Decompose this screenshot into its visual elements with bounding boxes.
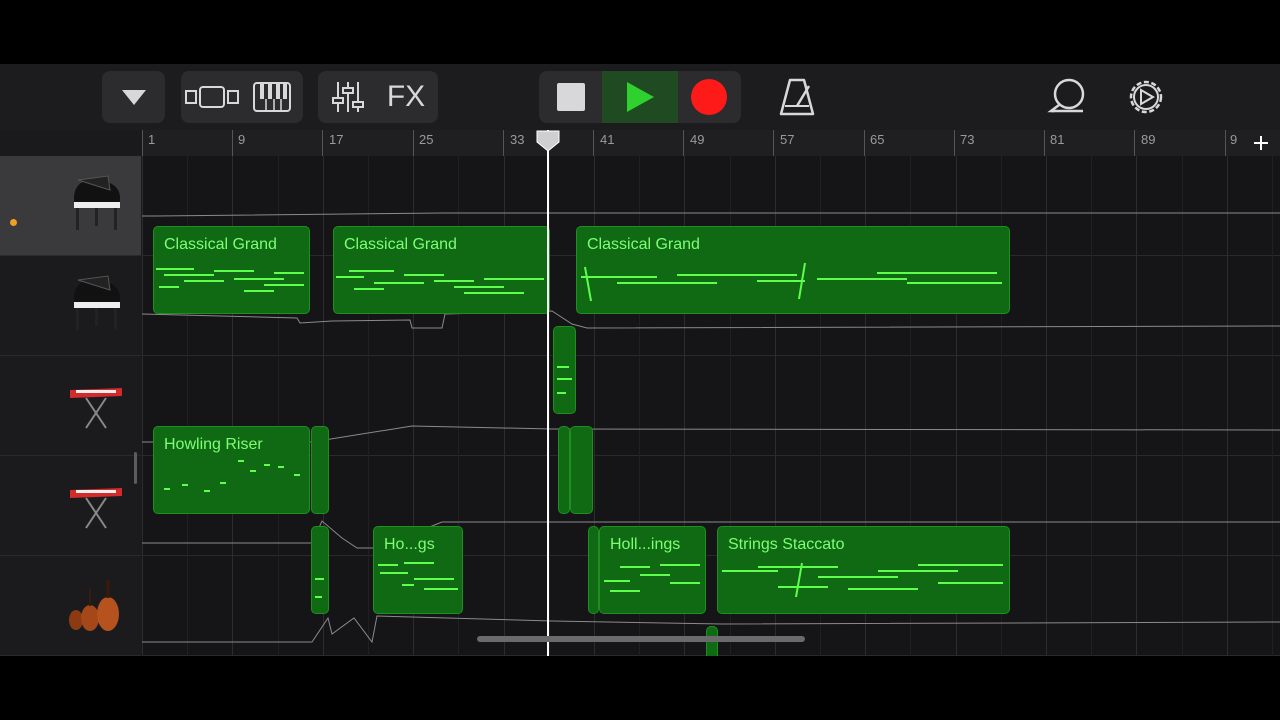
metronome-button[interactable] bbox=[776, 76, 818, 118]
ruler-bar-number: 65 bbox=[870, 132, 885, 147]
ruler-bar-number: 41 bbox=[600, 132, 615, 147]
region[interactable]: Strings Staccato bbox=[717, 526, 1010, 614]
ruler-bar-number: 9 bbox=[1230, 132, 1238, 147]
record-icon bbox=[691, 79, 727, 115]
region[interactable]: Howling Riser bbox=[153, 426, 310, 514]
mixer-fx-group: FX bbox=[318, 71, 438, 123]
ruler-tick bbox=[1225, 130, 1226, 156]
region[interactable]: Holl...ings bbox=[599, 526, 706, 614]
ruler-tick bbox=[1044, 130, 1045, 156]
play-icon bbox=[627, 82, 654, 112]
region[interactable] bbox=[588, 526, 599, 614]
ruler-bar-number: 25 bbox=[419, 132, 434, 147]
ruler-bar-number: 49 bbox=[690, 132, 705, 147]
mixer-button[interactable] bbox=[320, 80, 376, 114]
track-activity-dot bbox=[10, 219, 17, 226]
add-section-button[interactable] bbox=[1248, 130, 1274, 156]
garageband-window: FX 1 9 17 25 33 41 49 57 65 73 81 89 9 C… bbox=[0, 64, 1280, 656]
ruler-bar-number: 1 bbox=[148, 132, 156, 147]
midi-notes bbox=[156, 268, 304, 292]
midi-notes bbox=[557, 366, 572, 394]
region[interactable] bbox=[558, 426, 570, 514]
region[interactable] bbox=[311, 426, 329, 514]
ruler-tick bbox=[142, 130, 143, 156]
metronome-icon bbox=[779, 78, 815, 116]
midi-notes bbox=[581, 262, 1002, 302]
browser-dropdown-button[interactable] bbox=[102, 71, 165, 123]
play-button[interactable] bbox=[602, 71, 678, 123]
gear-icon bbox=[1129, 80, 1163, 114]
region[interactable]: Classical Grand bbox=[576, 226, 1010, 314]
fx-button[interactable]: FX bbox=[376, 80, 436, 114]
midi-notes bbox=[378, 562, 458, 590]
piano-keys-icon bbox=[253, 82, 291, 112]
red-keyboard-icon bbox=[70, 488, 122, 529]
ruler-tick bbox=[413, 130, 414, 156]
region[interactable]: Classical Grand bbox=[333, 226, 550, 314]
grand-piano-icon bbox=[74, 175, 120, 230]
ruler-tick bbox=[322, 130, 323, 156]
midi-notes bbox=[336, 270, 544, 294]
ruler-bar-number: 33 bbox=[510, 132, 525, 147]
track-header-2[interactable] bbox=[0, 256, 141, 356]
ruler-bar-number: 17 bbox=[329, 132, 344, 147]
horizontal-scroll-indicator[interactable] bbox=[477, 636, 805, 642]
ruler-tick bbox=[773, 130, 774, 156]
ruler-tick bbox=[503, 130, 504, 156]
ruler-tick bbox=[864, 130, 865, 156]
keyboard-view-button[interactable] bbox=[242, 82, 302, 112]
ruler-tick bbox=[1134, 130, 1135, 156]
toolbar: FX bbox=[0, 64, 1280, 130]
transport-controls bbox=[539, 71, 741, 123]
playhead-handle-icon[interactable] bbox=[536, 130, 560, 152]
ruler-bar-number: 73 bbox=[960, 132, 975, 147]
record-button[interactable] bbox=[678, 71, 740, 123]
bar-ruler[interactable]: 1 9 17 25 33 41 49 57 65 73 81 89 9 bbox=[142, 130, 1280, 156]
ruler-tick bbox=[954, 130, 955, 156]
stop-button[interactable] bbox=[540, 71, 602, 123]
ruler-tick bbox=[593, 130, 594, 156]
ruler-bar-number: 89 bbox=[1141, 132, 1156, 147]
region[interactable] bbox=[311, 526, 329, 614]
ruler-bar-number: 9 bbox=[238, 132, 246, 147]
midi-notes bbox=[315, 578, 324, 598]
ruler-tick bbox=[232, 130, 233, 156]
track-header-5[interactable] bbox=[0, 556, 141, 656]
track-list-scroll-indicator[interactable] bbox=[134, 452, 137, 484]
playhead-line[interactable] bbox=[547, 130, 549, 656]
track-header-3[interactable] bbox=[0, 356, 141, 456]
region[interactable] bbox=[570, 426, 593, 514]
stop-icon bbox=[557, 83, 585, 111]
grand-piano-icon bbox=[74, 275, 120, 330]
loop-browser-button[interactable] bbox=[1047, 77, 1089, 117]
track-area: Classical Grand Classical Grand Classica… bbox=[0, 156, 1280, 656]
tracks-view-icon bbox=[185, 86, 239, 108]
plus-icon bbox=[1254, 136, 1268, 150]
midi-notes bbox=[164, 460, 300, 492]
track-header-4[interactable] bbox=[0, 456, 141, 556]
ruler-tick bbox=[683, 130, 684, 156]
triangle-down-icon bbox=[121, 90, 146, 105]
view-toggle-group bbox=[181, 71, 303, 123]
midi-notes bbox=[604, 564, 700, 592]
tracks-view-button[interactable] bbox=[182, 84, 242, 110]
region[interactable] bbox=[553, 326, 576, 414]
ruler-bar-number: 81 bbox=[1050, 132, 1065, 147]
region[interactable]: Classical Grand bbox=[153, 226, 310, 314]
settings-button[interactable] bbox=[1126, 77, 1166, 117]
track-header-1[interactable] bbox=[0, 156, 141, 256]
midi-notes bbox=[722, 562, 1003, 598]
ruler-bar-number: 57 bbox=[780, 132, 795, 147]
region[interactable]: Ho...gs bbox=[373, 526, 463, 614]
red-keyboard-icon bbox=[70, 388, 122, 429]
loop-icon bbox=[1047, 78, 1085, 113]
sliders-icon bbox=[332, 82, 364, 112]
string-ensemble-icon bbox=[69, 580, 119, 631]
